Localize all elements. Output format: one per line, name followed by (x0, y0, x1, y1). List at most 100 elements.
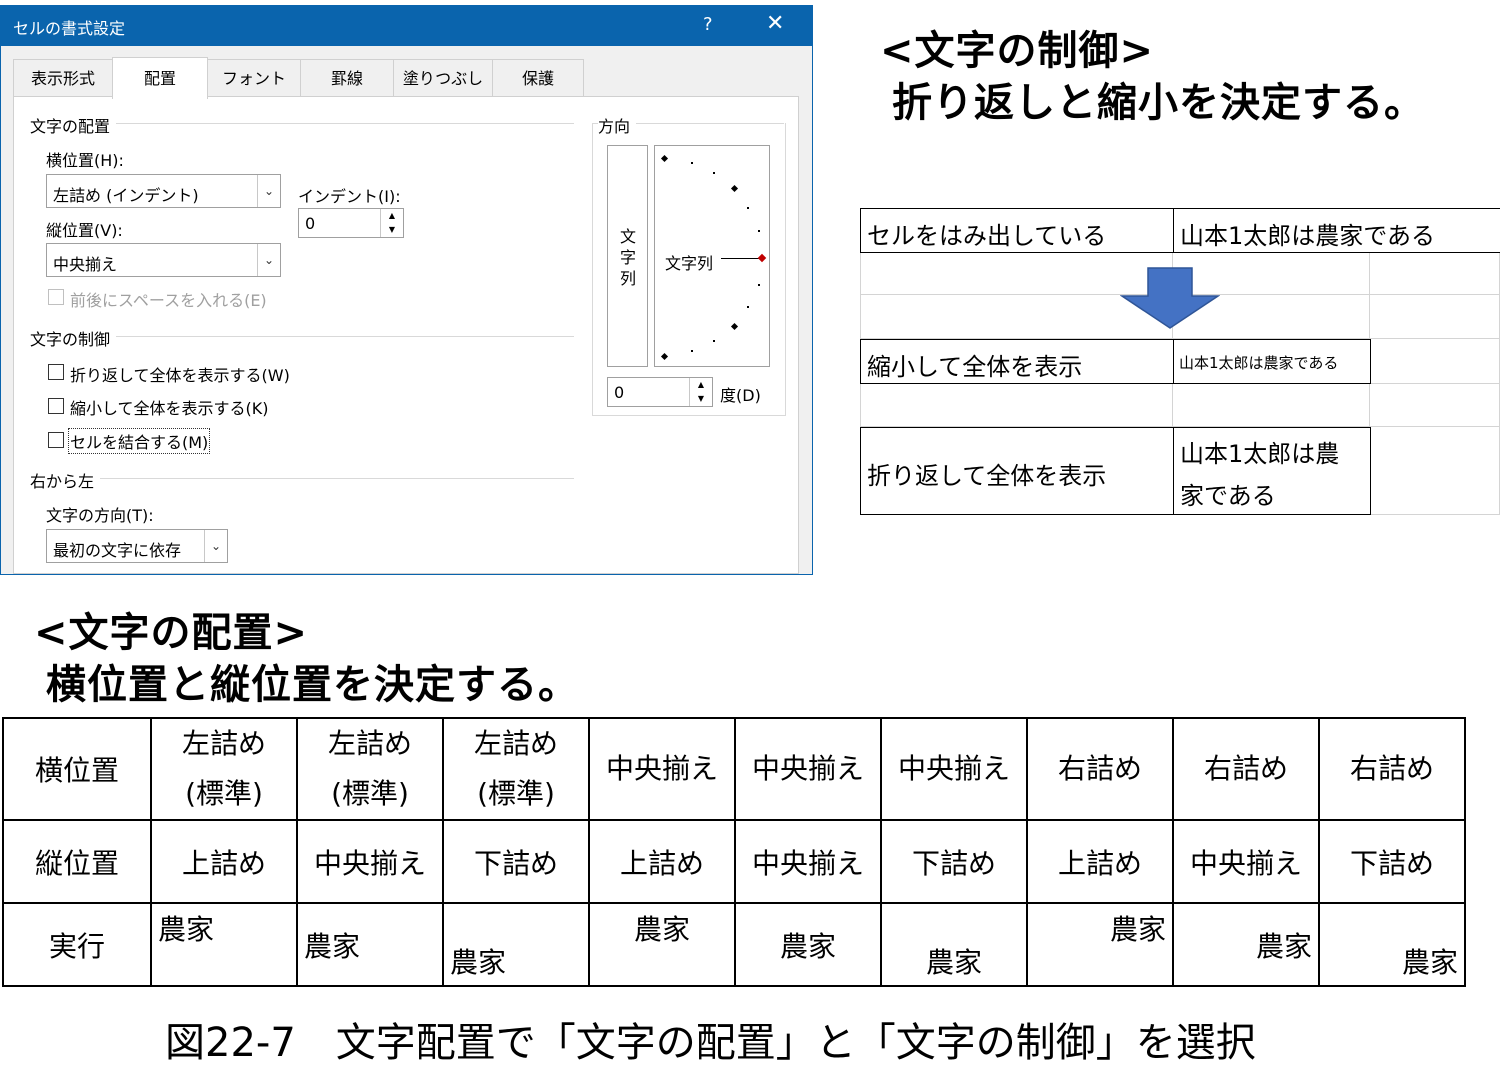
sheet-cell-label[interactable]: セルをはみ出している (860, 208, 1174, 253)
chevron-down-icon[interactable]: ⌄ (257, 244, 280, 276)
text-alignment-heading: <文字の配置> (34, 610, 309, 656)
horizontal-value-cell: 右詰め (1026, 717, 1174, 821)
sample-text: 農家 (158, 913, 215, 946)
result-cell-content: 農家 (304, 908, 436, 981)
tab-fill[interactable]: 塗りつぶし (393, 59, 493, 97)
horizontal-value-cell: 左詰め (標準) (150, 717, 298, 821)
degrees-stepper[interactable]: 0 ▲ ▼ (607, 377, 713, 407)
vertical-select-value: 中央揃え (53, 255, 118, 274)
text-control-heading: <文字の制御> (880, 28, 1155, 74)
chevron-down-icon[interactable]: ⌄ (204, 530, 227, 562)
horizontal-row: 横位置 左詰め (標準) 左詰め (標準) 左詰め (標準) 中央揃え 中央揃え 中央揃え… (2, 717, 1466, 821)
result-cell: 農家 (1172, 902, 1320, 987)
chevron-down-icon[interactable]: ⌄ (257, 175, 280, 207)
sample-text: 農家 (633, 913, 690, 946)
result-cell: 農家 (1318, 902, 1466, 987)
close-button[interactable]: ✕ (766, 11, 784, 36)
vertical-value-cell: 中央揃え (734, 819, 882, 904)
indent-label: インデント(I): (298, 187, 401, 206)
text-alignment-group-label: 文字の配置 (30, 113, 117, 137)
text-direction-label: 文字の方向(T): (46, 506, 154, 525)
horizontal-label: 横位置(H): (46, 151, 124, 170)
orientation-handle[interactable] (757, 253, 767, 263)
spin-down-icon[interactable]: ▼ (690, 392, 712, 406)
alignment-table: 横位置 左詰め (標準) 左詰め (標準) 左詰め (標準) 中央揃え 中央揃え 中央揃え… (2, 717, 1466, 987)
dial-marker (730, 322, 739, 331)
vertical-text-button[interactable]: 文字列 (607, 145, 648, 367)
text-direction-select[interactable]: 最初の文字に依存 ⌄ (46, 529, 228, 563)
orientation-dial[interactable]: 文字列 (654, 145, 770, 367)
sample-text: 農家 (450, 946, 507, 979)
row-header-vertical: 縦位置 (2, 819, 152, 904)
result-cell-content: 農家 (1034, 908, 1166, 981)
distributed-checkbox[interactable] (48, 289, 64, 305)
row-header-result: 実行 (2, 902, 152, 987)
text-direction-value: 最初の文字に依存 (53, 541, 182, 560)
degrees-value: 0 (614, 383, 625, 402)
sample-text: 農家 (304, 929, 361, 963)
result-cell-content: 農家 (450, 908, 582, 981)
shrink-to-fit-checkbox[interactable] (48, 398, 64, 414)
rtl-group-label: 右から左 (30, 468, 101, 492)
sample-text: 農家 (1255, 929, 1312, 963)
orientation-group-label: 方向 (598, 113, 637, 137)
tab-alignment[interactable]: 配置 (112, 57, 208, 99)
sample-text: 農家 (925, 946, 982, 979)
sheet-cell-shrink[interactable]: 山本1太郎は農家である (1173, 339, 1371, 384)
horizontal-value-cell: 中央揃え (588, 717, 736, 821)
vertical-value-cell: 上詰め (150, 819, 298, 904)
result-cell-content: 農家 (1326, 908, 1458, 981)
wrap-text-label: 折り返して全体を表示する(W) (70, 366, 290, 385)
dial-marker (660, 352, 669, 361)
horizontal-value-cell: 中央揃え (880, 717, 1028, 821)
result-cell: 農家 (1026, 902, 1174, 987)
sheet-cell-label[interactable]: 折り返して全体を表示 (860, 427, 1174, 515)
text-alignment-subheading: 横位置と縦位置を決定する。 (46, 662, 579, 708)
shrink-to-fit-label: 縮小して全体を表示する(K) (70, 399, 269, 418)
vertical-value-cell: 中央揃え (1172, 819, 1320, 904)
format-cells-dialog: セルの書式設定 ? ✕ 表示形式 配置 フォント 罫線 塗りつぶし 保護 文字の… (0, 5, 813, 575)
help-button[interactable]: ? (703, 14, 713, 35)
result-cell-content: 農家 (742, 908, 874, 981)
horizontal-select[interactable]: 左詰め (インデント) ⌄ (46, 174, 281, 208)
vertical-value-cell: 中央揃え (296, 819, 444, 904)
result-cell-content: 農家 (888, 908, 1020, 981)
indent-stepper[interactable]: 0 ▲ ▼ (298, 208, 404, 238)
result-cell: 農家 (442, 902, 590, 987)
sheet-cell-overflow[interactable]: 山本1太郎は農家である (1173, 208, 1500, 253)
result-cell: 農家 (150, 902, 298, 987)
tab-border[interactable]: 罫線 (300, 59, 394, 97)
wrap-text-checkbox[interactable] (48, 364, 64, 380)
dial-marker (730, 184, 739, 193)
spin-down-icon[interactable]: ▼ (381, 223, 403, 237)
horizontal-value-cell: 右詰め (1172, 717, 1320, 821)
result-cell-content: 農家 (596, 908, 728, 981)
tab-protection[interactable]: 保護 (492, 59, 584, 97)
sheet-cell-label[interactable]: 縮小して全体を表示 (860, 339, 1174, 384)
sheet-example: セルをはみ出している 山本1太郎は農家である 縮小して全体を表示 山本1太郎は農… (860, 208, 1500, 515)
dial-marker (660, 154, 669, 163)
horizontal-value-cell: 左詰め (標準) (442, 717, 590, 821)
vertical-value-cell: 下詰め (880, 819, 1028, 904)
result-cell: 農家 (588, 902, 736, 987)
spin-up-icon[interactable]: ▲ (381, 209, 403, 223)
sheet-cell-wrap[interactable]: 山本1太郎は農 家である (1173, 427, 1371, 515)
merge-cells-label: セルを結合する(M) (68, 428, 211, 454)
degrees-label: 度(D) (720, 386, 761, 405)
figure-caption: 図22-7 文字配置で「文字の配置」と「文字の制御」を選択 (165, 1020, 1256, 1066)
alignment-tab-panel: 文字の配置 横位置(H): 左詰め (インデント) ⌄ インデント(I): 0 … (13, 96, 799, 574)
vertical-select[interactable]: 中央揃え ⌄ (46, 243, 281, 277)
result-cell-content: 農家 (1180, 908, 1312, 981)
vertical-label: 縦位置(V): (46, 221, 123, 240)
merge-cells-checkbox[interactable] (48, 432, 64, 448)
vertical-value-cell: 上詰め (588, 819, 736, 904)
tab-number[interactable]: 表示形式 (13, 59, 113, 97)
horizontal-value-cell: 左詰め (標準) (296, 717, 444, 821)
spin-up-icon[interactable]: ▲ (690, 378, 712, 392)
orientation-needle (721, 258, 759, 259)
tab-font[interactable]: フォント (207, 59, 301, 97)
result-row: 実行 農家 農家 農家 農家 農家 農家 農家 農家 農家 (2, 902, 1466, 987)
horizontal-select-value: 左詰め (インデント) (53, 186, 199, 205)
distributed-label: 前後にスペースを入れる(E) (70, 291, 267, 310)
orientation-preview-text: 文字列 (665, 254, 714, 273)
